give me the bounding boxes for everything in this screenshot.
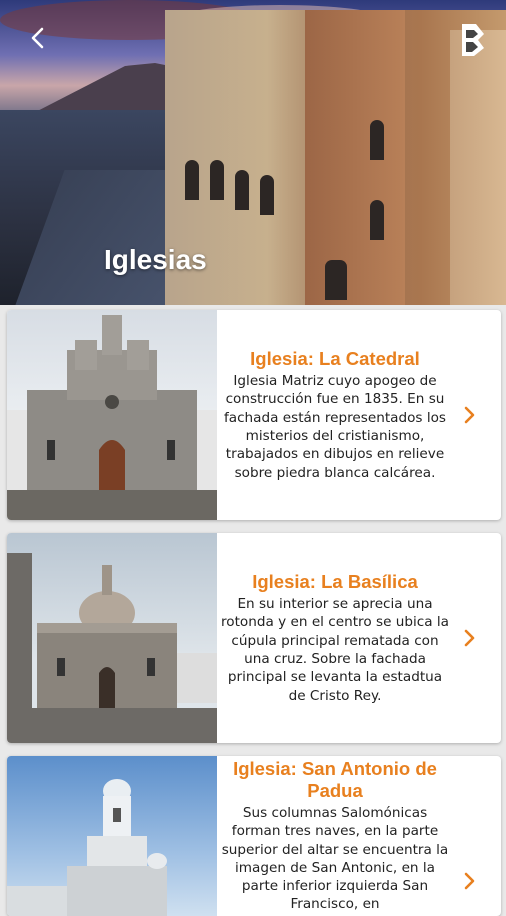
church-tower [305, 10, 405, 305]
card-text: Iglesia: San Antonio de Padua Sus column… [221, 756, 449, 916]
church-window [210, 160, 224, 200]
card-title: Iglesia: La Catedral [250, 348, 420, 370]
church-card-basilica[interactable]: Iglesia: La Basílica En su interior se a… [7, 533, 501, 743]
card-text: Iglesia: La Basílica En su interior se a… [221, 533, 449, 743]
church-card-san-antonio[interactable]: Iglesia: San Antonio de Padua Sus column… [7, 756, 501, 916]
church-photo [7, 533, 217, 743]
church-card-catedral[interactable]: Iglesia: La Catedral Iglesia Matriz cuyo… [7, 310, 501, 520]
church-photo [7, 310, 217, 520]
card-description: Iglesia Matriz cuyo apogeo de construcci… [223, 373, 447, 481]
chevron-right-icon[interactable] [457, 626, 481, 650]
page-title: Iglesias [104, 244, 207, 275]
card-title: Iglesia: San Antonio de Padua [233, 758, 437, 801]
church-window [325, 260, 347, 300]
card-title: Iglesia: La Basílica [252, 571, 418, 593]
church-window [260, 175, 274, 215]
card-description: Sus columnas Salomónicas forman tres nav… [221, 805, 449, 913]
church-photo [7, 756, 217, 916]
card-text: Iglesia: La Catedral Iglesia Matriz cuyo… [221, 310, 449, 520]
church-tower [450, 30, 506, 305]
back-arrow-icon[interactable] [24, 24, 52, 52]
header-hero: Iglesias [0, 0, 506, 305]
app-logo-icon [454, 22, 488, 58]
church-window [235, 170, 249, 210]
chevron-right-icon[interactable] [457, 403, 481, 427]
chevron-right-icon[interactable] [457, 869, 481, 893]
card-description: En su interior se aprecia una rotonda y … [221, 596, 450, 704]
church-window [370, 200, 384, 240]
church-window [185, 160, 199, 200]
church-window [370, 120, 384, 160]
